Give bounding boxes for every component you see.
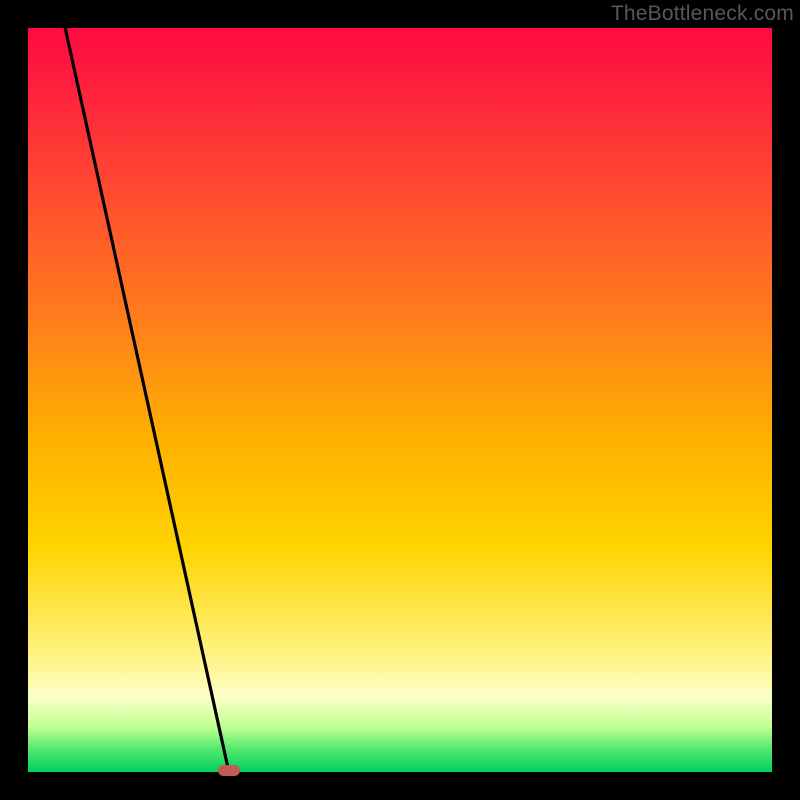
watermark-text: TheBottleneck.com <box>611 2 794 26</box>
bottleneck-curve <box>28 28 772 772</box>
chart-frame: TheBottleneck.com <box>0 0 800 800</box>
optimal-point-marker <box>218 765 240 776</box>
